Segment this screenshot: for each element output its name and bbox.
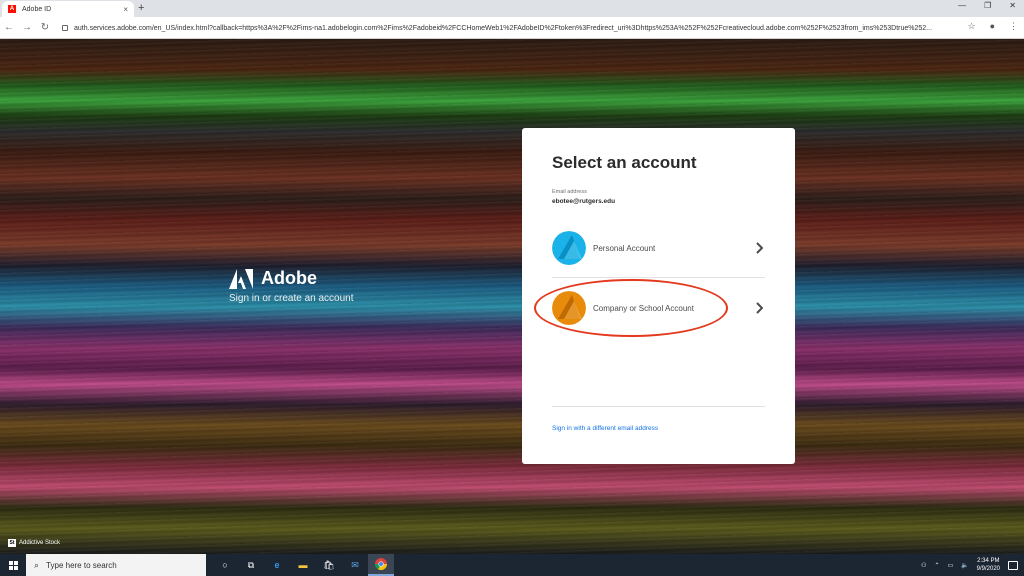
brand-subtitle: Sign in or create an account	[229, 293, 354, 304]
company-account-label: Company or School Account	[593, 303, 694, 313]
adobe-favicon-icon: A	[8, 5, 16, 13]
clock[interactable]: 2:34 PM 9/9/2020	[977, 557, 1000, 573]
company-account-icon	[552, 291, 586, 325]
mail-icon[interactable]: ✉	[342, 554, 368, 576]
edge-icon[interactable]: e	[264, 554, 290, 576]
chrome-icon[interactable]	[368, 554, 394, 576]
personal-account-icon	[552, 231, 586, 265]
minimize-icon[interactable]: —	[958, 1, 966, 10]
system-tray: ⚇ ⌃ ▭ 🔈 2:34 PM 9/9/2020	[921, 554, 1018, 576]
tab-bar: A Adobe ID × + — ❐ ✕	[0, 0, 1024, 17]
company-account-option[interactable]: Company or School Account	[552, 286, 765, 330]
address-bar: ← → ↻ auth.services.adobe.com/en_US/inde…	[0, 17, 1024, 39]
brand-name: Adobe	[261, 268, 317, 288]
reload-icon[interactable]: ↻	[36, 22, 54, 33]
image-credit: St Addictive Stock	[8, 539, 60, 547]
notification-icon[interactable]	[1008, 560, 1018, 570]
profile-icon[interactable]: ●	[990, 21, 995, 32]
chevron-right-icon	[756, 242, 763, 254]
start-button[interactable]	[0, 560, 26, 570]
windows-logo-icon	[8, 560, 18, 570]
background-image	[0, 39, 1024, 554]
cortana-icon[interactable]: ○	[212, 554, 238, 576]
select-account-card: Select an account Email address ebotee@r…	[522, 128, 795, 464]
file-explorer-icon[interactable]: ▬	[290, 554, 316, 576]
personal-account-label: Personal Account	[593, 243, 656, 253]
adobe-logo-icon	[229, 268, 253, 289]
personal-account-option[interactable]: Personal Account	[552, 226, 765, 270]
taskbar-apps: ○ ⧉ e ▬ 🛍 ✉	[212, 554, 394, 576]
lock-icon	[62, 25, 68, 31]
forward-arrow-icon[interactable]: →	[18, 22, 36, 33]
url-text: auth.services.adobe.com/en_US/index.html…	[74, 24, 933, 32]
new-tab-button[interactable]: +	[138, 2, 144, 14]
restore-icon[interactable]: ❐	[984, 1, 991, 10]
network-icon[interactable]: ▭	[947, 562, 953, 569]
email-label: Email address	[552, 189, 587, 195]
search-icon: ⌕	[34, 559, 40, 570]
menu-dots-icon[interactable]: ⋮	[1009, 21, 1018, 32]
taskbar-search-placeholder: Type here to search	[46, 560, 117, 570]
stock-icon: St	[8, 539, 16, 547]
different-email-link[interactable]: Sign in with a different email address	[552, 425, 658, 432]
credit-text: Addictive Stock	[19, 540, 61, 546]
taskbar-search[interactable]: ⌕ Type here to search	[26, 554, 206, 576]
url-field[interactable]: auth.services.adobe.com/en_US/index.html…	[62, 21, 962, 35]
tray-arrow-icon[interactable]: ⌃	[934, 562, 939, 569]
close-tab-icon[interactable]: ×	[123, 5, 128, 14]
volume-icon[interactable]: 🔈	[961, 562, 968, 569]
people-icon[interactable]: ⚇	[921, 562, 926, 569]
adobe-brand: Adobe Sign in or create an account	[229, 268, 354, 304]
chevron-right-icon	[756, 302, 763, 314]
taskbar: ⌕ Type here to search ○ ⧉ e ▬ 🛍 ✉ ⚇ ⌃ ▭ …	[0, 554, 1024, 576]
clock-time: 2:34 PM	[977, 558, 1000, 564]
window-controls: — ❐ ✕	[958, 1, 1016, 10]
email-value: ebotee@rutgers.edu	[552, 198, 616, 205]
card-title: Select an account	[552, 153, 697, 172]
close-window-icon[interactable]: ✕	[1009, 1, 1016, 10]
back-arrow-icon[interactable]: ←	[0, 22, 18, 33]
tab-title: Adobe ID	[22, 5, 52, 13]
address-bar-actions: ☆ ● ⋮	[967, 21, 1018, 32]
clock-date: 9/9/2020	[976, 566, 1000, 572]
bookmark-star-icon[interactable]: ☆	[967, 21, 975, 32]
divider	[552, 277, 765, 278]
store-icon[interactable]: 🛍	[316, 554, 342, 576]
browser-tab[interactable]: A Adobe ID ×	[2, 1, 134, 17]
divider	[552, 406, 765, 407]
task-view-icon[interactable]: ⧉	[238, 554, 264, 576]
